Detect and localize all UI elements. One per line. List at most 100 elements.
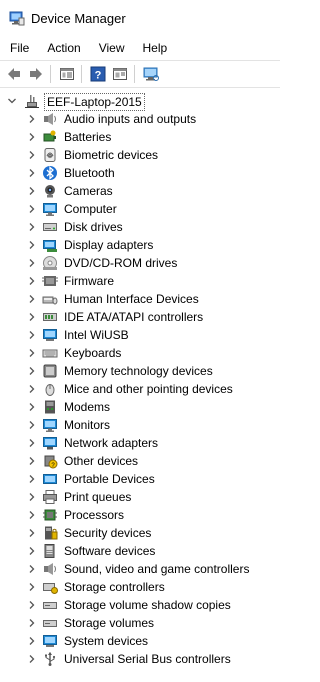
chevron-right-icon[interactable] [27,132,37,142]
back-button[interactable] [4,64,24,84]
chevron-right-icon[interactable] [27,330,37,340]
tree-item[interactable]: Cameras [0,182,280,200]
properties-button[interactable] [57,64,77,84]
tree-item[interactable]: ? Other devices [0,452,280,470]
chevron-right-icon[interactable] [27,276,37,286]
tree-item[interactable]: Portable Devices [0,470,280,488]
tree-item[interactable]: IDE ATA/ATAPI controllers [0,308,280,326]
tree-item-label[interactable]: Intel WiUSB [64,326,129,344]
tree-item-label[interactable]: Monitors [64,416,110,434]
chevron-right-icon[interactable] [27,240,37,250]
tree-item-label[interactable]: Other devices [64,452,138,470]
tree-item[interactable]: Biometric devices [0,146,280,164]
chevron-right-icon[interactable] [27,186,37,196]
tree-root-label[interactable]: EEF-Laptop-2015 [44,93,145,111]
tree-item[interactable]: Memory technology devices [0,362,280,380]
tree-item-label[interactable]: Modems [64,398,110,416]
chevron-right-icon[interactable] [27,564,37,574]
scan-hardware-button[interactable] [141,64,161,84]
chevron-right-icon[interactable] [27,366,37,376]
tree-item-label[interactable]: Security devices [64,524,151,542]
tree-item-label[interactable]: Processors [64,506,124,524]
chevron-right-icon[interactable] [27,384,37,394]
tree-item[interactable]: Print queues [0,488,280,506]
chevron-right-icon[interactable] [27,150,37,160]
tree-item-label[interactable]: Mice and other pointing devices [64,380,233,398]
tree-item[interactable]: Human Interface Devices [0,290,280,308]
tree-item[interactable]: System devices [0,632,280,650]
menu-file[interactable]: File [0,41,38,55]
tree-item[interactable]: Monitors [0,416,280,434]
tree-item[interactable]: Mice and other pointing devices [0,380,280,398]
chevron-right-icon[interactable] [27,654,37,664]
tree-item[interactable]: Security devices [0,524,280,542]
tree-item-label[interactable]: Cameras [64,182,113,200]
menu-action[interactable]: Action [38,41,89,55]
forward-button[interactable] [26,64,46,84]
tree-item-label[interactable]: Bluetooth [64,164,115,182]
chevron-right-icon[interactable] [27,402,37,412]
chevron-right-icon[interactable] [27,510,37,520]
chevron-right-icon[interactable] [27,492,37,502]
menu-view[interactable]: View [90,41,134,55]
tree-item-label[interactable]: DVD/CD-ROM drives [64,254,177,272]
tree-item-label[interactable]: IDE ATA/ATAPI controllers [64,308,203,326]
chevron-right-icon[interactable] [27,168,37,178]
chevron-right-icon[interactable] [27,204,37,214]
tree-item-label[interactable]: Print queues [64,488,131,506]
tree-item-label[interactable]: Human Interface Devices [64,290,199,308]
tree-item-label[interactable]: Storage volumes [64,614,154,632]
update-driver-button[interactable] [110,64,130,84]
tree-item[interactable]: Disk drives [0,218,280,236]
tree-item-label[interactable]: Computer [64,200,117,218]
menu-help[interactable]: Help [134,41,177,55]
chevron-right-icon[interactable] [27,528,37,538]
tree-item[interactable]: Keyboards [0,344,280,362]
tree-item-label[interactable]: Audio inputs and outputs [64,110,196,128]
tree-item[interactable]: Software devices [0,542,280,560]
tree-item-label[interactable]: Network adapters [64,434,158,452]
chevron-right-icon[interactable] [27,582,37,592]
chevron-right-icon[interactable] [27,294,37,304]
tree-item-label[interactable]: Display adapters [64,236,153,254]
tree-item[interactable]: Sound, video and game controllers [0,560,280,578]
tree-item-label[interactable]: Biometric devices [64,146,158,164]
chevron-right-icon[interactable] [27,600,37,610]
help-button[interactable]: ? [88,64,108,84]
tree-item-label[interactable]: Memory technology devices [64,362,213,380]
chevron-right-icon[interactable] [27,258,37,268]
tree-item[interactable]: Display adapters [0,236,280,254]
chevron-right-icon[interactable] [27,474,37,484]
tree-item[interactable]: Network adapters [0,434,280,452]
chevron-right-icon[interactable] [27,222,37,232]
tree-item-label[interactable]: Keyboards [64,344,121,362]
tree-item[interactable]: DVD/CD-ROM drives [0,254,280,272]
tree-item-label[interactable]: Firmware [64,272,114,290]
tree-item[interactable]: Storage volumes [0,614,280,632]
tree-item[interactable]: Universal Serial Bus controllers [0,650,280,668]
tree-item-label[interactable]: Storage volume shadow copies [64,596,231,614]
tree-item-label[interactable]: Software devices [64,542,155,560]
tree-item-label[interactable]: System devices [64,632,148,650]
tree-item[interactable]: Firmware [0,272,280,290]
tree-item-label[interactable]: Batteries [64,128,111,146]
tree-item-label[interactable]: Universal Serial Bus controllers [64,650,231,668]
chevron-right-icon[interactable] [27,636,37,646]
tree-item[interactable]: Batteries [0,128,280,146]
chevron-right-icon[interactable] [27,456,37,466]
tree-item[interactable]: Processors [0,506,280,524]
tree-item-label[interactable]: Sound, video and game controllers [64,560,249,578]
tree-item-label[interactable]: Portable Devices [64,470,155,488]
tree-item[interactable]: Storage controllers [0,578,280,596]
tree-item[interactable]: Bluetooth [0,164,280,182]
tree-item[interactable]: Intel WiUSB [0,326,280,344]
chevron-right-icon[interactable] [27,114,37,124]
chevron-right-icon[interactable] [27,312,37,322]
tree-item-label[interactable]: Storage controllers [64,578,165,596]
tree-item[interactable]: Computer [0,200,280,218]
chevron-right-icon[interactable] [27,420,37,430]
chevron-right-icon[interactable] [27,546,37,556]
chevron-right-icon[interactable] [27,348,37,358]
tree-item-label[interactable]: Disk drives [64,218,123,236]
tree-item[interactable]: Audio inputs and outputs [0,110,280,128]
